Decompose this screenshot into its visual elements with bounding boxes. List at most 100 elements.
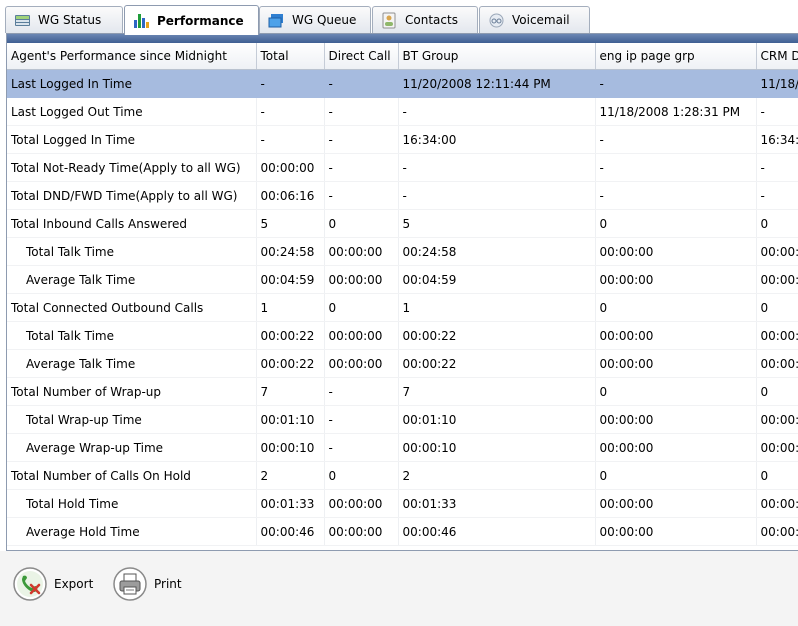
wg-status-icon	[14, 12, 31, 29]
table-cell: 00:00:	[756, 433, 798, 462]
table-cell: 00:24:58	[256, 237, 325, 266]
column-header[interactable]: eng ip page grp	[595, 43, 757, 70]
tab-voicemail[interactable]: Voicemail	[479, 6, 590, 33]
table-cell: 00:00:46	[398, 517, 596, 546]
contacts-icon	[381, 12, 398, 29]
table-cell: 00:00:00	[595, 265, 757, 294]
table-cell: 00:01:33	[398, 489, 596, 518]
table-cell: -	[756, 153, 798, 182]
table-cell: 00:00:00	[324, 237, 399, 266]
table-cell: -	[324, 405, 399, 434]
table-row[interactable]: Average Wrap-up Time 00:00:10-00:00:10 00:…	[7, 433, 798, 462]
table-cell: -	[756, 181, 798, 210]
table-cell: -	[324, 377, 399, 406]
table-cell: -	[595, 69, 757, 98]
table-cell: 00:00:00	[324, 489, 399, 518]
row-label-cell: Last Logged Out Time	[7, 97, 257, 126]
column-header[interactable]: Direct Call	[324, 43, 399, 70]
row-label-cell: Total DND/FWD Time(Apply to all WG)	[7, 181, 257, 210]
table-cell: -	[595, 125, 757, 154]
table-cell: -	[256, 125, 325, 154]
tab-performance[interactable]: Performance	[124, 5, 259, 35]
table-cell: -	[595, 153, 757, 182]
table-row[interactable]: Total Inbound Calls Answered 5 0 5 0 0	[7, 209, 798, 238]
table-cell: 00:00:22	[256, 321, 325, 350]
table-cell: 11/18/	[756, 69, 798, 98]
table-row[interactable]: Average Hold Time 00:00:46 00:00:00 00:00:4…	[7, 517, 798, 546]
row-label-cell: Total Number of Calls On Hold	[7, 461, 257, 490]
column-header[interactable]: Agent's Performance since Midnight	[7, 43, 257, 70]
table-cell: -	[398, 153, 596, 182]
table-row[interactable]: Total Talk Time 00:00:22 00:00:00 00:00:22 0…	[7, 321, 798, 350]
column-header[interactable]: BT Group	[398, 43, 596, 70]
table-cell: 00:00:	[756, 265, 798, 294]
export-button[interactable]: Export	[12, 564, 93, 604]
table-cell: 7	[256, 377, 325, 406]
row-label-cell: Total Hold Time	[7, 489, 257, 518]
table-cell: 00:00:00	[324, 349, 399, 378]
table-cell: 00:00:00	[595, 237, 757, 266]
table-row[interactable]: Total Number of Calls On Hold 2 0 2 0 0	[7, 461, 798, 490]
table-cell: 00:00:10	[398, 433, 596, 462]
table-cell: 2	[398, 461, 596, 490]
table-cell: 00:00:00	[324, 265, 399, 294]
table-cell: 00:00:	[756, 237, 798, 266]
export-icon	[13, 567, 47, 601]
table-cell: -	[256, 97, 325, 126]
table-row[interactable]: Last Logged Out Time - - -11/18/2008 1:28:3…	[7, 97, 798, 126]
table-row[interactable]: Total Number of Wrap-up 7-7 0 0	[7, 377, 798, 406]
tab-wg-status[interactable]: WG Status	[5, 6, 123, 33]
table-cell: 0	[595, 461, 757, 490]
print-icon	[113, 567, 147, 601]
table-cell: 00:01:10	[398, 405, 596, 434]
table-cell: 00:00:	[756, 321, 798, 350]
row-label-cell: Total Connected Outbound Calls	[7, 293, 257, 322]
table-cell: 00:00:00	[324, 321, 399, 350]
table-cell: 00:24:58	[398, 237, 596, 266]
row-label-cell: Total Talk Time	[7, 321, 257, 350]
table-row[interactable]: Total Hold Time 00:01:33 00:00:00 00:01:33 0…	[7, 489, 798, 518]
print-button[interactable]: Print	[112, 564, 182, 604]
table-cell: 5	[398, 209, 596, 238]
table-row[interactable]: Total Talk Time 00:24:58 00:00:00 00:24:58 0…	[7, 237, 798, 266]
table-row[interactable]: Total DND/FWD Time(Apply to all WG) 00:06…	[7, 181, 798, 210]
row-label-cell: Total Talk Time	[7, 237, 257, 266]
tab-label: Voicemail	[512, 13, 570, 27]
table-row[interactable]: Total Logged In Time - -16:34:00-16:34:	[7, 125, 798, 154]
table-cell: 00:00:00	[595, 321, 757, 350]
tab-wg-queue[interactable]: WG Queue	[259, 6, 371, 33]
table-row[interactable]: Average Talk Time 00:04:59 00:00:00 00:04:5…	[7, 265, 798, 294]
table-cell: 16:34:00	[398, 125, 596, 154]
queue-icon	[268, 12, 285, 29]
table-cell: 00:00:22	[398, 349, 596, 378]
table-cell: 00:00:	[756, 517, 798, 546]
column-header[interactable]: Total	[256, 43, 325, 70]
table-cell: -	[256, 69, 325, 98]
table-row[interactable]: Total Wrap-up Time 00:01:10-00:01:10 00:00…	[7, 405, 798, 434]
table-cell: 7	[398, 377, 596, 406]
table-cell: 00:00:10	[256, 433, 325, 462]
table-cell: 0	[595, 293, 757, 322]
table-row[interactable]: Total Not-Ready Time(Apply to all WG) 00:…	[7, 153, 798, 182]
table-cell: 00:00:00	[595, 489, 757, 518]
table-cell: -	[398, 181, 596, 210]
panel-header-band	[7, 34, 798, 43]
table-cell: 00:00:00	[256, 153, 325, 182]
table-cell: 0	[595, 209, 757, 238]
table-cell: 0	[324, 209, 399, 238]
table-cell: 00:00:	[756, 349, 798, 378]
voicemail-icon	[488, 12, 505, 29]
table-cell: 00:04:59	[398, 265, 596, 294]
export-label: Export	[54, 577, 94, 591]
table-cell: -	[324, 97, 399, 126]
table-cell: 00:01:10	[256, 405, 325, 434]
table-row[interactable]: Total Connected Outbound Calls 1 0 1 0 0	[7, 293, 798, 322]
table-row[interactable]: Average Talk Time 00:00:22 00:00:00 00:00:2…	[7, 349, 798, 378]
tab-contacts[interactable]: Contacts	[372, 6, 478, 33]
table-cell: 00:00:00	[595, 433, 757, 462]
column-header[interactable]: CRM D	[756, 43, 798, 70]
table-cell: 11/18/2008 1:28:31 PM	[595, 97, 757, 126]
table-cell: -	[324, 181, 399, 210]
table-cell: 0	[756, 209, 798, 238]
table-row[interactable]: Last Logged In Time - -11/20/2008 12:11:44…	[7, 69, 798, 98]
